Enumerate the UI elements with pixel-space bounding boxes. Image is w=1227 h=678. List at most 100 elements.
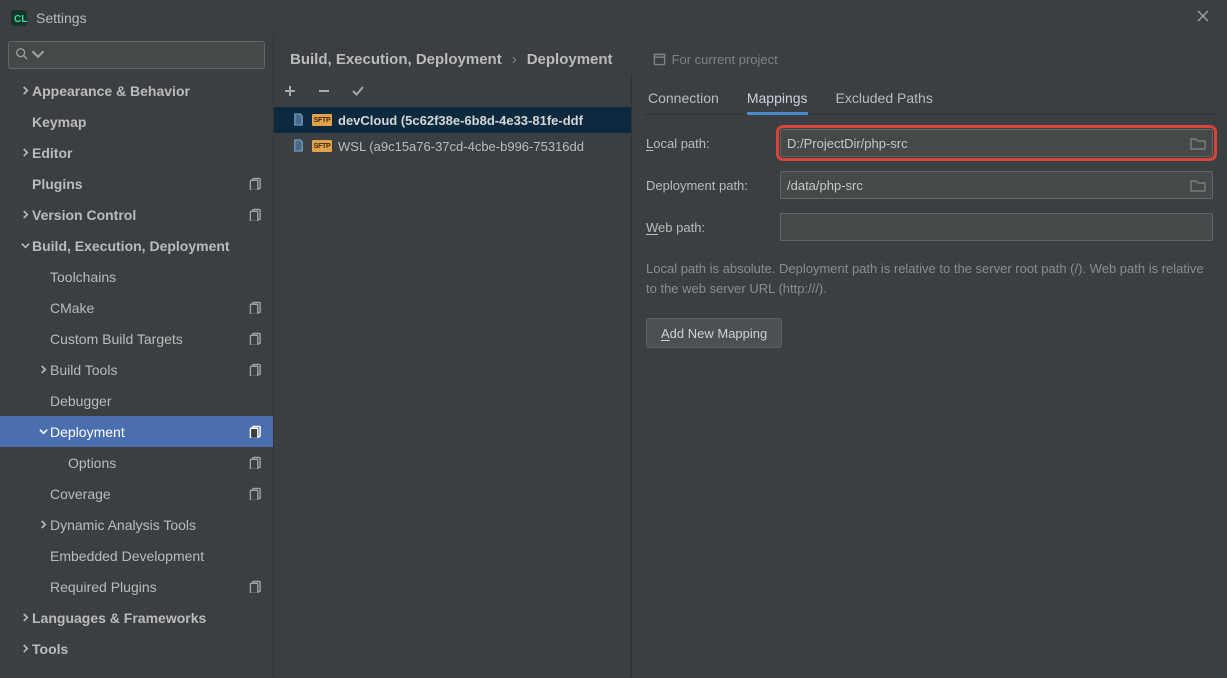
server-list-panel: SFTP devCloud (5c62f38e-6b8d-4e33-81fe-dd… [274,75,632,678]
tree-item-options[interactable]: Options [0,447,273,478]
tree-item-debugger[interactable]: Debugger [0,385,273,416]
server-label: devCloud (5c62f38e-6b8d-4e33-81fe-ddf [338,113,583,128]
tree-item-plugins[interactable]: Plugins [0,168,273,199]
chevron-right-icon [36,520,50,529]
local-path-label: Local path: [646,136,770,151]
chevron-right-icon [18,644,32,653]
breadcrumb-separator: › [512,51,517,68]
tree-item-label: Toolchains [50,269,265,285]
breadcrumb: Build, Execution, Deployment › Deploymen… [274,35,1227,75]
tab-connection[interactable]: Connection [648,90,719,114]
tree-item-label: Tools [32,641,265,657]
server-label: WSL (a9c15a76-37cd-4cbe-b996-75316dd [338,139,584,154]
app-icon: CL [10,9,28,27]
browse-icon[interactable] [1190,136,1206,150]
chevron-down-icon [36,427,50,436]
tree-item-dynamic-analysis-tools[interactable]: Dynamic Analysis Tools [0,509,273,540]
window-title: Settings [36,10,1189,26]
tabs-bar: Connection Mappings Excluded Paths [644,75,1215,115]
sftp-badge: SFTP [312,140,332,152]
add-mapping-button[interactable]: Add New Mapping [646,318,782,348]
title-bar: CL Settings [0,0,1227,35]
tab-mappings[interactable]: Mappings [747,90,808,115]
server-toolbar [274,75,631,107]
local-path-input[interactable] [787,136,1190,151]
tree-item-label: Build Tools [50,362,247,378]
web-path-input[interactable] [787,220,1206,235]
tree-item-label: Keymap [32,114,265,130]
tree-item-keymap[interactable]: Keymap [0,106,273,137]
project-scope-icon [249,177,265,190]
chevron-right-icon [18,210,32,219]
server-doc-icon [292,139,306,153]
tree-item-version-control[interactable]: Version Control [0,199,273,230]
server-item[interactable]: SFTP devCloud (5c62f38e-6b8d-4e33-81fe-dd… [274,107,631,133]
tree-item-label: Debugger [50,393,265,409]
tree-item-build-execution-deployment[interactable]: Build, Execution, Deployment [0,230,273,261]
tree-item-deployment[interactable]: Deployment [0,416,273,447]
tree-item-label: Coverage [50,486,247,502]
tree-item-label: Version Control [32,207,247,223]
chevron-right-icon [18,86,32,95]
search-history-icon[interactable] [31,47,45,64]
tree-item-label: Dynamic Analysis Tools [50,517,265,533]
chevron-down-icon [18,241,32,250]
chevron-right-icon [18,148,32,157]
search-icon [15,47,29,64]
tab-excluded-paths[interactable]: Excluded Paths [836,90,933,114]
tree-item-label: CMake [50,300,247,316]
tree-item-build-tools[interactable]: Build Tools [0,354,273,385]
search-input-wrap[interactable] [8,41,265,69]
web-path-field[interactable] [780,213,1213,241]
tree-item-coverage[interactable]: Coverage [0,478,273,509]
web-path-label: Web path: [646,220,770,235]
project-scope-icon [249,487,265,500]
tree-item-custom-build-targets[interactable]: Custom Build Targets [0,323,273,354]
tree-item-label: Options [68,455,247,471]
scope-label: For current project [672,52,778,67]
tree-item-label: Custom Build Targets [50,331,247,347]
server-item[interactable]: SFTP WSL (a9c15a76-37cd-4cbe-b996-75316dd [274,133,631,159]
tree-item-cmake[interactable]: CMake [0,292,273,323]
remove-server-button[interactable] [316,83,332,99]
breadcrumb-part[interactable]: Build, Execution, Deployment [290,51,502,68]
tree-item-embedded-development[interactable]: Embedded Development [0,540,273,571]
tree-item-label: Editor [32,145,265,161]
deployment-path-label: Deployment path: [646,178,770,193]
tree-item-label: Plugins [32,176,247,192]
add-server-button[interactable] [282,83,298,99]
settings-sidebar: Appearance & Behavior Keymap Editor Plugins… [0,35,274,678]
breadcrumb-part: Deployment [527,51,613,68]
project-scope-icon [249,208,265,221]
chevron-right-icon [36,365,50,374]
server-list: SFTP devCloud (5c62f38e-6b8d-4e33-81fe-dd… [274,107,631,678]
tree-item-label: Embedded Development [50,548,265,564]
browse-icon[interactable] [1190,178,1206,192]
tree-item-label: Appearance & Behavior [32,83,265,99]
project-scope-icon [249,363,265,376]
tree-item-toolchains[interactable]: Toolchains [0,261,273,292]
deployment-path-field[interactable] [780,171,1213,199]
project-scope-icon [249,456,265,469]
tree-item-editor[interactable]: Editor [0,137,273,168]
tree-item-label: Required Plugins [50,579,247,595]
deployment-path-input[interactable] [787,178,1190,193]
local-path-field[interactable] [780,129,1213,157]
tree-item-label: Deployment [50,424,247,440]
tree-item-label: Build, Execution, Deployment [32,238,265,254]
sftp-badge: SFTP [312,114,332,126]
tree-item-languages-frameworks[interactable]: Languages & Frameworks [0,602,273,633]
close-button[interactable] [1189,5,1217,31]
scope-indicator: For current project [653,52,778,67]
tree-item-tools[interactable]: Tools [0,633,273,664]
server-doc-icon [292,113,306,127]
form-description: Local path is absolute. Deployment path … [646,259,1206,298]
project-scope-icon [249,580,265,593]
tree-item-required-plugins[interactable]: Required Plugins [0,571,273,602]
search-input[interactable] [49,48,258,63]
set-default-button[interactable] [350,83,366,99]
chevron-right-icon [18,613,32,622]
settings-tree: Appearance & Behavior Keymap Editor Plugins… [0,75,273,678]
tree-item-appearance-behavior[interactable]: Appearance & Behavior [0,75,273,106]
project-scope-icon [249,425,265,438]
